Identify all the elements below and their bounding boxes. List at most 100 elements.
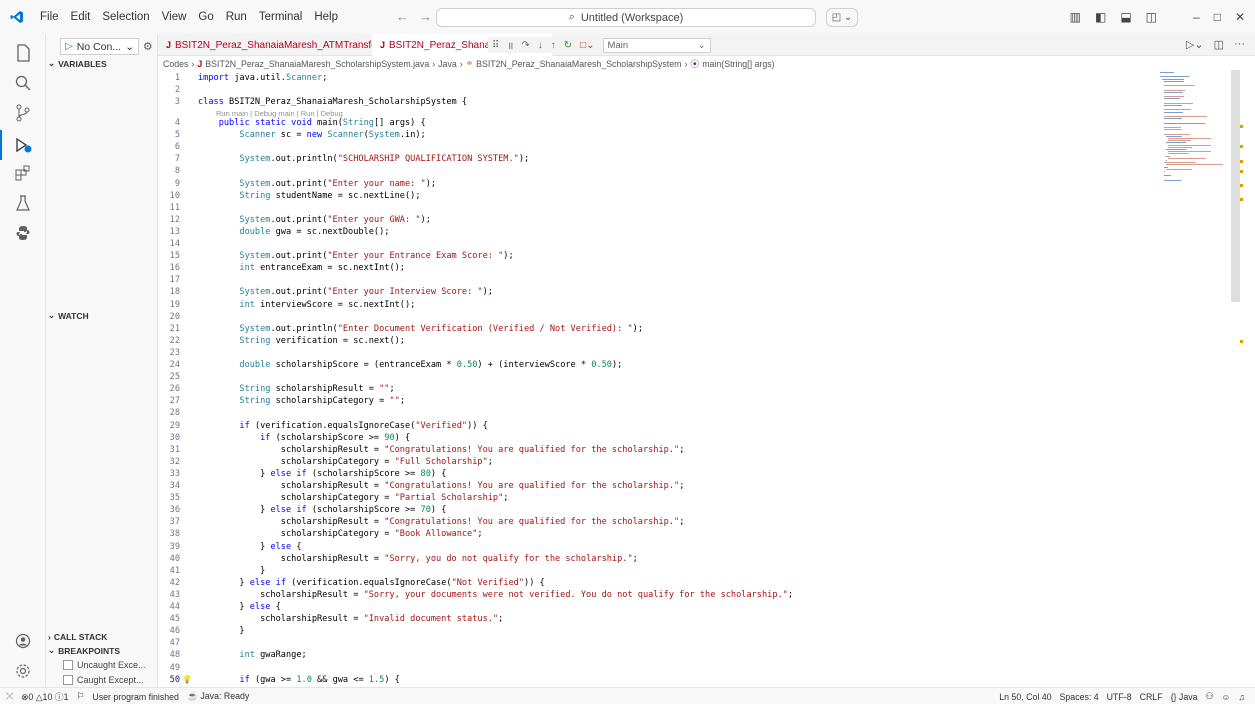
step-out-icon[interactable]: ↑ bbox=[551, 40, 556, 51]
stop-icon[interactable]: □⌄ bbox=[580, 40, 594, 51]
code-line[interactable]: 33 } else if (scholarshipScore >= 80) { bbox=[158, 468, 1158, 480]
drag-handle-icon[interactable]: ⠿ bbox=[492, 40, 499, 51]
menu-go[interactable]: Go bbox=[192, 11, 219, 23]
code-line[interactable]: 27 String scholarshipCategory = ""; bbox=[158, 396, 1158, 408]
call-stack-section-header[interactable]: › CALL STACK bbox=[46, 632, 158, 642]
code-line[interactable]: 9 System.out.print("Enter your name: "); bbox=[158, 178, 1158, 190]
maximize-button[interactable]: □ bbox=[1214, 10, 1221, 24]
code-line[interactable]: 19 int interviewScore = sc.nextInt(); bbox=[158, 299, 1158, 311]
restart-icon[interactable]: ↻ bbox=[564, 40, 572, 51]
main-thread-select[interactable]: Main ⌄ bbox=[602, 37, 711, 53]
code-line[interactable]: 45 scholarshipResult = "Invalid document… bbox=[158, 613, 1158, 625]
code-line[interactable]: 17 bbox=[158, 275, 1158, 287]
end-of-line[interactable]: CRLF bbox=[1140, 692, 1163, 702]
settings-gear-icon[interactable] bbox=[0, 656, 46, 686]
breadcrumb-language[interactable]: Java bbox=[438, 59, 457, 69]
copilot-button[interactable]: ◰ ⌄ bbox=[826, 8, 858, 27]
code-line[interactable]: 8 bbox=[158, 166, 1158, 178]
code-line[interactable]: 40 scholarshipResult = "Sorry, you do no… bbox=[158, 553, 1158, 565]
source-control-icon[interactable] bbox=[0, 98, 46, 128]
codelens-run-debug[interactable]: Run main | Debug main | Run | Debug bbox=[216, 109, 343, 118]
code-line[interactable]: 23 bbox=[158, 347, 1158, 359]
run-icon[interactable]: ▷⌄ bbox=[1186, 38, 1204, 51]
explorer-icon[interactable] bbox=[0, 38, 46, 68]
code-line[interactable]: 25 bbox=[158, 371, 1158, 383]
code-line[interactable]: 29 if (verification.equalsIgnoreCase("Ve… bbox=[158, 420, 1158, 432]
code-line[interactable]: 37 scholarshipResult = "Congratulations!… bbox=[158, 517, 1158, 529]
search-icon[interactable] bbox=[0, 68, 46, 98]
menu-view[interactable]: View bbox=[156, 11, 193, 23]
code-line[interactable]: 22 String verification = sc.next(); bbox=[158, 335, 1158, 347]
code-line[interactable]: 50 if (gwa >= 1.0 && gwa <= 1.5) {💡 bbox=[158, 674, 1158, 686]
code-line[interactable]: 46 } bbox=[158, 626, 1158, 638]
minimize-button[interactable]: – bbox=[1193, 10, 1200, 24]
debug-config-select[interactable]: ▷ No Con... ⌄ bbox=[60, 38, 139, 55]
split-editor-icon[interactable]: ◫ bbox=[1214, 38, 1224, 51]
code-line[interactable]: 28 bbox=[158, 408, 1158, 420]
cursor-position[interactable]: Ln 50, Col 40 bbox=[999, 692, 1051, 702]
code-line[interactable]: 36 } else if (scholarshipScore >= 70) { bbox=[158, 505, 1158, 517]
encoding[interactable]: UTF-8 bbox=[1107, 692, 1132, 702]
code-line[interactable]: 6 bbox=[158, 142, 1158, 154]
command-center-search[interactable]: ⌕ Untitled (Workspace) bbox=[436, 8, 816, 27]
code-line[interactable]: 49 bbox=[158, 662, 1158, 674]
debug-settings-gear-icon[interactable]: ⚙ bbox=[143, 40, 153, 53]
breadcrumb-folder[interactable]: Codes bbox=[163, 59, 188, 69]
code-line[interactable]: 13 double gwa = sc.nextDouble(); bbox=[158, 226, 1158, 238]
code-line[interactable]: 10 String studentName = sc.nextLine(); bbox=[158, 190, 1158, 202]
lightbulb-icon[interactable]: 💡 bbox=[182, 675, 192, 684]
code-line[interactable]: 41 } bbox=[158, 565, 1158, 577]
variables-section-header[interactable]: ⌄ VARIABLES bbox=[46, 58, 158, 69]
notifications-bell-icon[interactable]: ♫ bbox=[1238, 692, 1245, 702]
code-line[interactable]: 35 scholarshipCategory = "Partial Schola… bbox=[158, 492, 1158, 504]
step-into-icon[interactable]: ↓ bbox=[538, 40, 543, 51]
code-line[interactable]: 32 scholarshipCategory = "Full Scholarsh… bbox=[158, 456, 1158, 468]
code-line[interactable]: 21 System.out.println("Enter Document Ve… bbox=[158, 323, 1158, 335]
code-line[interactable]: 48 int gwaRange; bbox=[158, 650, 1158, 662]
checkbox[interactable] bbox=[63, 660, 73, 670]
pause-icon[interactable]: ॥ bbox=[507, 38, 513, 52]
code-line[interactable]: 4 public static void main(String[] args)… bbox=[158, 117, 1158, 129]
code-line[interactable]: 43 scholarshipResult = "Sorry, your docu… bbox=[158, 589, 1158, 601]
code-line[interactable]: 18 System.out.print("Enter your Intervie… bbox=[158, 287, 1158, 299]
remote-icon[interactable]: ⤫ bbox=[6, 691, 13, 702]
code-line[interactable]: 1 import java.util.Scanner; bbox=[158, 72, 1158, 84]
code-line[interactable]: 12 System.out.print("Enter your GWA: "); bbox=[158, 214, 1158, 226]
back-arrow-icon[interactable]: ← bbox=[396, 9, 409, 24]
customize-layout-icon[interactable]: ▥ bbox=[1070, 10, 1081, 24]
testing-icon[interactable] bbox=[0, 188, 46, 218]
code-line[interactable]: 3 class BSIT2N_Peraz_ShanaiaMaresh_Schola… bbox=[158, 96, 1158, 108]
code-line[interactable]: 24 double scholarshipScore = (entranceEx… bbox=[158, 359, 1158, 371]
run-and-debug-icon[interactable] bbox=[0, 130, 46, 160]
indentation[interactable]: Spaces: 4 bbox=[1060, 692, 1099, 702]
breakpoints-section-header[interactable]: ⌄ BREAKPOINTS bbox=[46, 645, 158, 656]
java-status[interactable]: ☕ Java: Ready bbox=[187, 691, 249, 702]
code-line[interactable]: 14 bbox=[158, 238, 1158, 250]
close-button[interactable]: ✕ bbox=[1235, 10, 1245, 24]
code-line[interactable]: 38 scholarshipCategory = "Book Allowance… bbox=[158, 529, 1158, 541]
code-line[interactable]: 5 Scanner sc = new Scanner(System.in); bbox=[158, 129, 1158, 141]
breakpoint-uncaught-exceptions[interactable]: Uncaught Exce... bbox=[63, 660, 146, 670]
feedback-icon[interactable]: ☺ bbox=[1221, 692, 1230, 702]
code-editor[interactable]: 1 import java.util.Scanner; 2 3 class BSIT2N… bbox=[158, 72, 1158, 687]
code-line[interactable]: 2 bbox=[158, 84, 1158, 96]
more-actions-icon[interactable]: ··· bbox=[1234, 38, 1245, 51]
code-line[interactable]: 30 if (scholarshipScore >= 90) { bbox=[158, 432, 1158, 444]
menu-file[interactable]: File bbox=[34, 11, 65, 23]
breadcrumb-method[interactable]: main(String[] args) bbox=[702, 59, 774, 69]
extensions-icon[interactable] bbox=[0, 158, 46, 188]
code-line[interactable]: 7 System.out.println("SCHOLARSHIP QUALIF… bbox=[158, 154, 1158, 166]
start-debugging-icon[interactable]: ▷ bbox=[65, 41, 73, 52]
code-line[interactable]: 31 scholarshipResult = "Congratulations!… bbox=[158, 444, 1158, 456]
menu-run[interactable]: Run bbox=[220, 11, 253, 23]
copilot-status-icon[interactable]: ⚇ bbox=[1206, 691, 1214, 702]
menu-help[interactable]: Help bbox=[308, 11, 344, 23]
watch-section-header[interactable]: ⌄ WATCH bbox=[46, 310, 158, 321]
code-line[interactable]: 11 bbox=[158, 202, 1158, 214]
problems-status[interactable]: ⊗0 △10 ⓘ1 bbox=[21, 690, 68, 703]
breadcrumb-file[interactable]: BSIT2N_Peraz_ShanaiaMaresh_ScholarshipSy… bbox=[205, 59, 429, 69]
code-line[interactable]: 44 } else { bbox=[158, 601, 1158, 613]
menu-selection[interactable]: Selection bbox=[96, 11, 155, 23]
toggle-sidebar-icon[interactable]: ◧ bbox=[1095, 10, 1106, 24]
breadcrumb-class[interactable]: BSIT2N_Peraz_ShanaiaMaresh_ScholarshipSy… bbox=[476, 59, 681, 69]
